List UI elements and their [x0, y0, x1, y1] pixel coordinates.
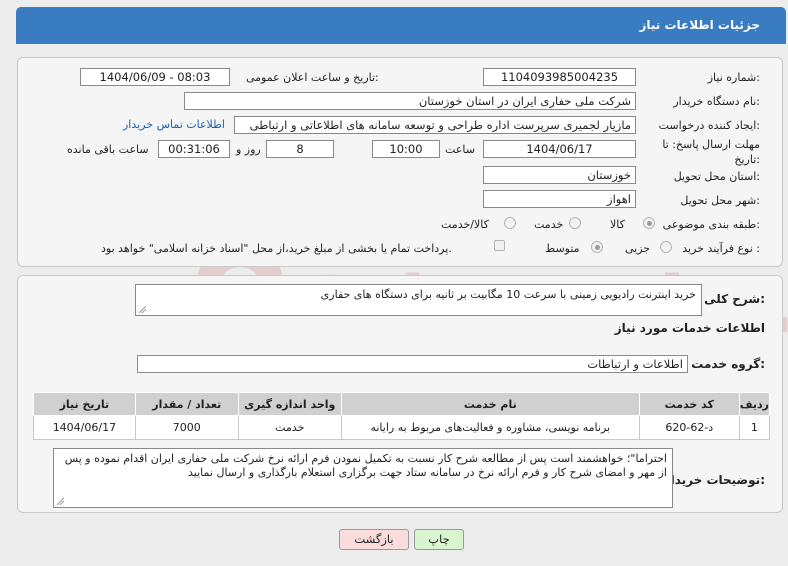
service-group-field: اطلاعات و ارتباطات — [137, 355, 688, 373]
services-table: ردیف کد خدمت نام خدمت واحد اندازه گیری ت… — [33, 392, 771, 440]
page-title: جزئیات اطلاعات نیاز — [639, 18, 760, 32]
summary-text: خرید اینترنت رادیویی زمینی با سرعت 10 مگ… — [320, 288, 696, 301]
cell-need-date: 1404/06/17 — [33, 415, 136, 440]
buyer-org-label: نام دستگاه خریدار: — [673, 95, 760, 108]
treasury-checkbox[interactable] — [494, 240, 505, 251]
days-label: روز و — [236, 143, 261, 156]
buyer-notes-textarea[interactable]: احتراما"؛ خواهشمند است پس از مطالعه شرح … — [53, 448, 673, 508]
creator-label: ایجاد کننده درخواست: — [658, 119, 760, 132]
category-label: طبقه بندی موضوعی: — [662, 218, 760, 231]
back-button[interactable]: بازگشت — [339, 529, 409, 550]
city-field: اهواز — [483, 190, 636, 208]
need-number-field: 1104093985004235 — [483, 68, 636, 86]
process-label: نوع فرآیند خرید : — [682, 242, 760, 255]
process-option-medium: متوسط — [545, 242, 580, 255]
province-field: خوزستان — [483, 166, 636, 184]
deadline-date-field: 1404/06/17 — [483, 140, 636, 158]
resize-grip-icon — [139, 306, 146, 313]
deadline-time-label: ساعت — [445, 143, 475, 156]
table-header-row: ردیف کد خدمت نام خدمت واحد اندازه گیری ت… — [33, 392, 771, 416]
col-header-service-code: کد خدمت — [638, 392, 740, 416]
cell-service-name: برنامه نویسی، مشاوره و فعالیت‌های مربوط … — [340, 415, 640, 440]
process-radio-minor[interactable] — [660, 241, 672, 253]
process-option-minor: جزیی — [625, 242, 651, 255]
category-radio-goods-service[interactable] — [504, 217, 516, 229]
category-radio-service[interactable] — [569, 217, 581, 229]
category-option-service: خدمت — [534, 218, 564, 231]
col-header-need-date: تاریخ نیاز — [33, 392, 136, 416]
buyer-notes-text: احتراما"؛ خواهشمند است پس از مطالعه شرح … — [64, 452, 667, 479]
buyer-org-field: شرکت ملی حفاری ایران در استان خوزستان — [184, 92, 636, 110]
city-label: شهر محل تحویل: — [680, 194, 760, 207]
cell-quantity: 7000 — [134, 415, 239, 440]
print-button[interactable]: چاپ — [414, 529, 464, 550]
cell-row-no: 1 — [738, 415, 771, 440]
announce-datetime-field: 1404/06/09 - 08:03 — [80, 68, 230, 86]
creator-field: مازیار لجمیری سرپرست اداره طراحی و توسعه… — [234, 116, 636, 134]
announce-label: تاریخ و ساعت اعلان عمومی: — [246, 71, 379, 84]
page-header: جزئیات اطلاعات نیاز — [16, 7, 786, 44]
payment-note: پرداخت تمام یا بخشی از مبلغ خرید،از محل … — [101, 242, 452, 255]
category-option-goods-service: کالا/خدمت — [441, 218, 489, 231]
category-radio-goods[interactable] — [643, 217, 655, 229]
buyer-contact-link[interactable]: اطلاعات تماس خریدار — [123, 118, 225, 131]
category-option-goods: کالا — [610, 218, 625, 231]
process-radio-medium[interactable] — [591, 241, 603, 253]
cell-unit: خدمت — [237, 415, 342, 440]
remaining-label: ساعت باقی مانده — [67, 143, 149, 156]
province-label: استان محل تحویل: — [673, 170, 760, 183]
summary-textarea[interactable]: خرید اینترنت رادیویی زمینی با سرعت 10 مگ… — [135, 284, 702, 316]
service-group-label: گروه خدمت: — [691, 357, 765, 371]
services-section-title: اطلاعات خدمات مورد نیاز — [614, 321, 765, 335]
cell-service-code: د-62-620 — [638, 415, 740, 440]
need-number-label: شماره نیاز: — [707, 71, 760, 84]
col-header-unit: واحد اندازه گیری — [237, 392, 342, 416]
table-row: 1 د-62-620 برنامه نویسی، مشاوره و فعالیت… — [33, 415, 771, 440]
days-field: 8 — [266, 140, 334, 158]
deadline-time-field: 10:00 — [372, 140, 440, 158]
col-header-service-name: نام خدمت — [340, 392, 640, 416]
resize-grip-icon — [57, 498, 64, 505]
deadline-label: مهلت ارسال پاسخ: تا تاریخ: — [662, 138, 760, 166]
remaining-time-field: 00:31:06 — [158, 140, 230, 158]
col-header-row-no: ردیف — [738, 392, 771, 416]
col-header-quantity: تعداد / مقدار — [134, 392, 239, 416]
buyer-notes-label: توضیحات خریدار: — [663, 473, 765, 487]
